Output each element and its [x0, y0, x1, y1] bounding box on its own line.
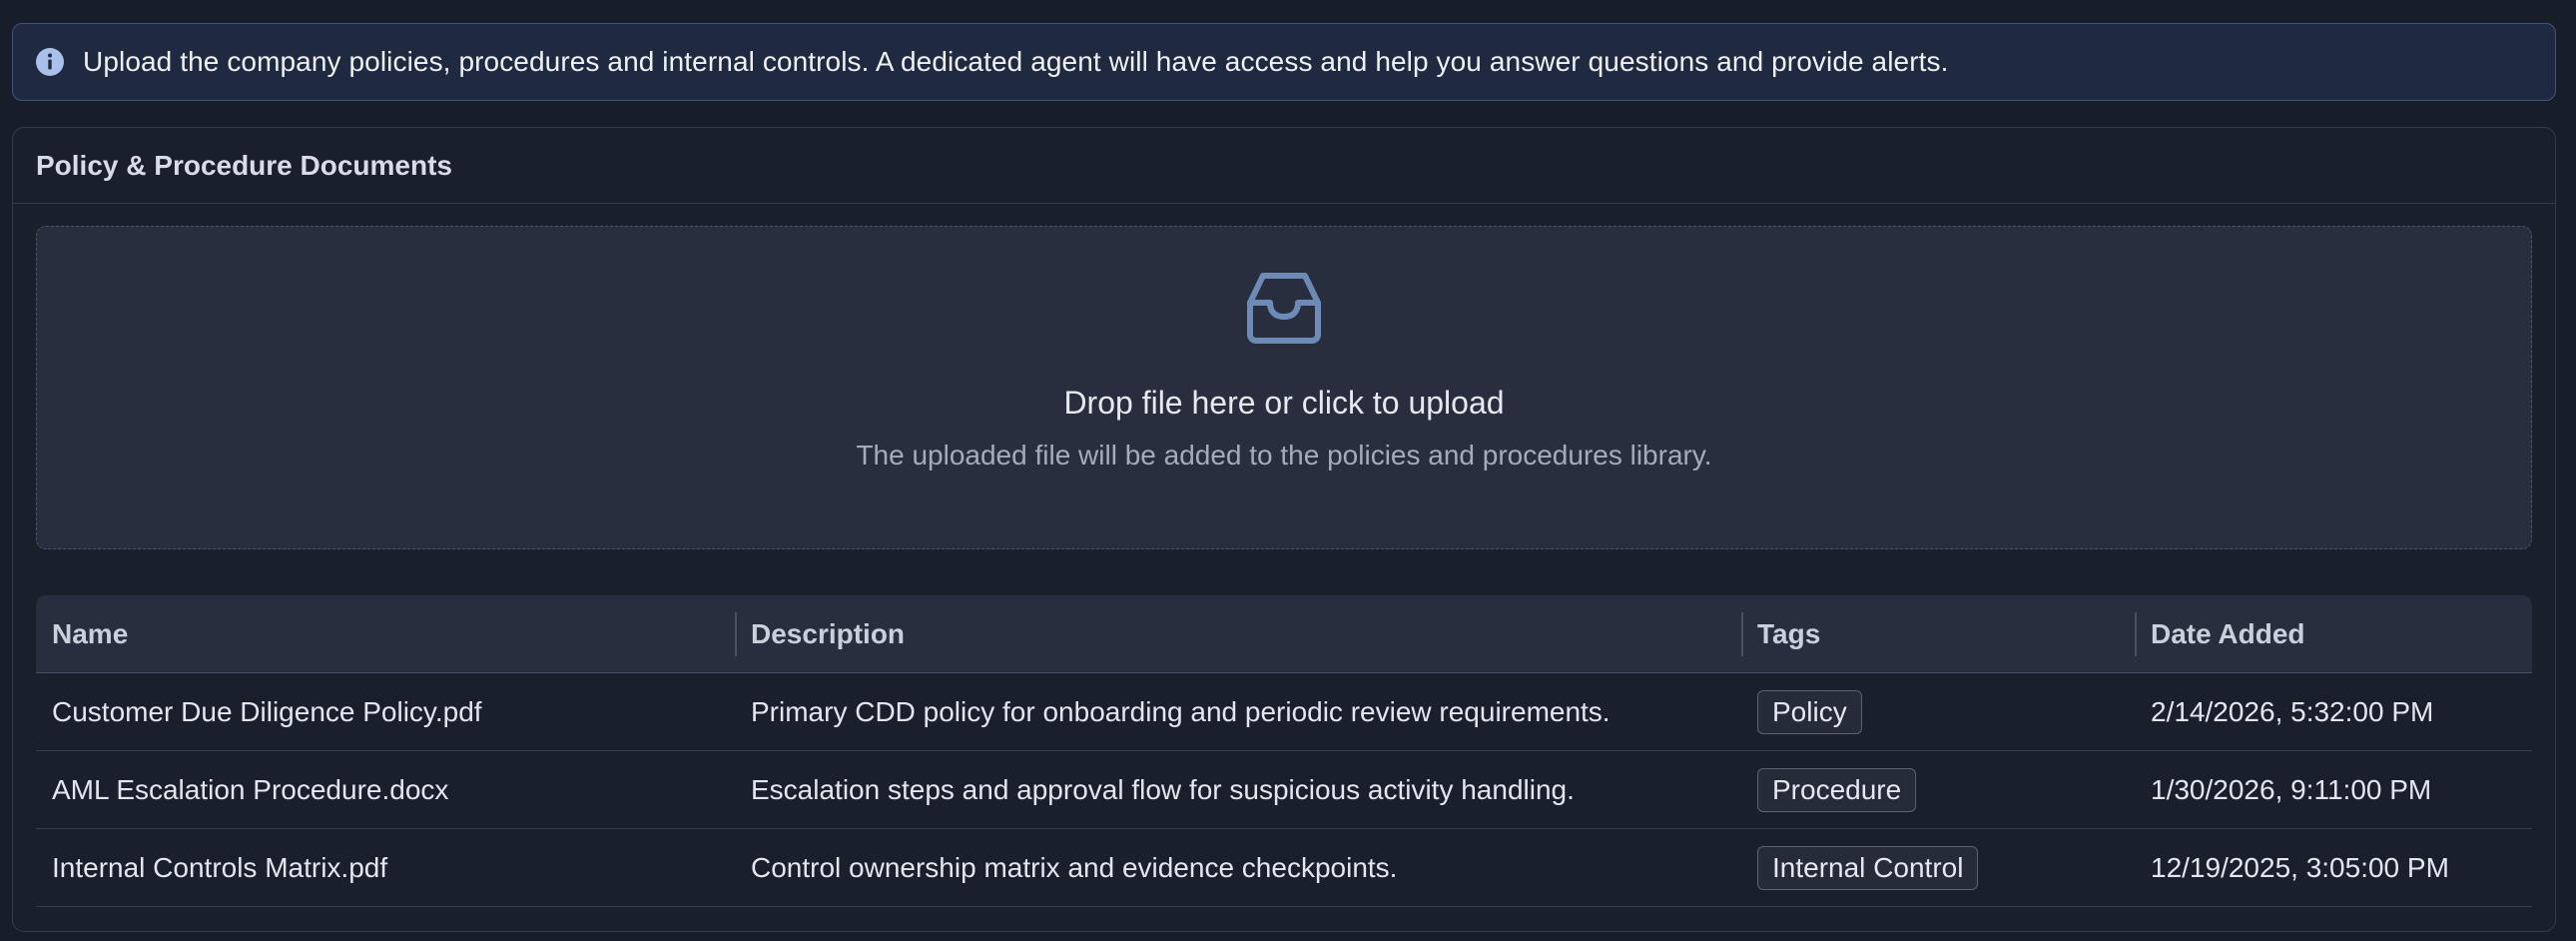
- alert-message: Upload the company policies, procedures …: [83, 46, 1949, 77]
- cell-tags: Internal Control: [1741, 845, 2135, 890]
- column-header-tags[interactable]: Tags: [1741, 595, 2135, 672]
- cell-tags: Procedure: [1741, 767, 2135, 812]
- table-row[interactable]: Customer Due Diligence Policy.pdf Primar…: [36, 673, 2532, 751]
- cell-name: AML Escalation Procedure.docx: [52, 773, 449, 805]
- cell-date-added: 2/14/2026, 5:32:00 PM: [2151, 695, 2434, 727]
- tag-badge: Internal Control: [1757, 845, 1979, 890]
- column-header-date-added[interactable]: Date Added: [2135, 595, 2532, 672]
- info-alert: Upload the company policies, procedures …: [12, 23, 2556, 101]
- column-header-name[interactable]: Name: [36, 595, 735, 672]
- table-row[interactable]: Internal Controls Matrix.pdf Control own…: [36, 829, 2532, 907]
- cell-name: Customer Due Diligence Policy.pdf: [52, 695, 482, 727]
- dropzone-title: Drop file here or click to upload: [1063, 385, 1505, 421]
- cell-description: Escalation steps and approval flow for s…: [751, 773, 1575, 805]
- card-header: Policy & Procedure Documents: [13, 128, 2555, 204]
- cell-date-added: 12/19/2025, 3:05:00 PM: [2151, 851, 2449, 883]
- file-upload-dropzone[interactable]: Drop file here or click to upload The up…: [36, 226, 2532, 549]
- table-header: Name Description Tags Date Added: [36, 595, 2532, 673]
- table-row[interactable]: AML Escalation Procedure.docx Escalation…: [36, 751, 2532, 829]
- tag-badge: Policy: [1757, 689, 1862, 734]
- info-icon: [35, 47, 65, 77]
- cell-date-added: 1/30/2026, 9:11:00 PM: [2151, 773, 2432, 805]
- card-title: Policy & Procedure Documents: [36, 149, 453, 181]
- cell-tags: Policy: [1741, 689, 2135, 734]
- cell-description: Primary CDD policy for onboarding and pe…: [751, 695, 1610, 727]
- inbox-icon: [1245, 269, 1323, 347]
- dropzone-hint: The uploaded file will be added to the p…: [856, 440, 1712, 470]
- documents-table: Name Description Tags Date Added Custome…: [36, 595, 2532, 907]
- documents-card: Policy & Procedure Documents Drop file h…: [12, 127, 2556, 932]
- cell-name: Internal Controls Matrix.pdf: [52, 851, 388, 883]
- column-header-description[interactable]: Description: [735, 595, 1741, 672]
- tag-badge: Procedure: [1757, 767, 1917, 812]
- cell-description: Control ownership matrix and evidence ch…: [751, 851, 1398, 883]
